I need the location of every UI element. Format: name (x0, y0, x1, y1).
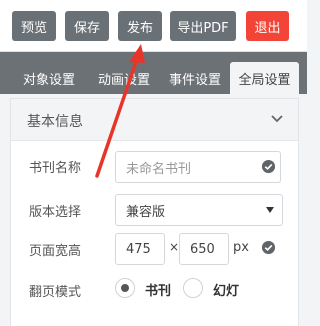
exit-button[interactable]: 退出 (246, 11, 289, 41)
publish-button[interactable]: 发布 (118, 11, 162, 41)
flip-mode-label: 翻页模式 (29, 285, 82, 300)
save-button[interactable]: 保存 (65, 11, 109, 41)
tab-global-settings[interactable]: 全局设置 (230, 62, 299, 94)
toolbar: 预览 保存 发布 导出PDF 退出 (0, 0, 307, 52)
chevron-down-icon[interactable] (270, 112, 284, 126)
tab-animation-settings[interactable]: 动画设置 (86, 62, 162, 94)
export-pdf-button[interactable]: 导出PDF (170, 11, 236, 41)
version-label: 版本选择 (29, 205, 82, 220)
select-arrow-icon (266, 207, 274, 213)
flip-mode-book-label[interactable]: 书刊 (145, 280, 171, 299)
page-height-input[interactable]: 650 (179, 233, 229, 265)
book-name-input[interactable]: 未命名书刊 (115, 151, 281, 183)
check-circle-icon (261, 159, 276, 174)
flip-mode-slide-radio[interactable] (183, 278, 203, 298)
panel-header[interactable]: 基本信息 (11, 99, 298, 141)
flip-mode-book-radio[interactable] (115, 278, 135, 298)
check-circle-icon (261, 240, 276, 255)
tab-object-settings[interactable]: 对象设置 (12, 62, 86, 94)
times-sign: × (169, 240, 180, 254)
page-size-label: 页面宽高 (29, 244, 82, 259)
version-select[interactable]: 兼容版 (115, 194, 283, 226)
unit-label: px (233, 240, 249, 255)
tab-event-settings[interactable]: 事件设置 (162, 62, 228, 94)
settings-tabs: 对象设置 动画设置 事件设置 全局设置 (0, 52, 307, 94)
panel-title: 基本信息 (27, 114, 83, 130)
page-width-input[interactable]: 475 (115, 233, 165, 265)
preview-button[interactable]: 预览 (12, 11, 56, 41)
book-name-label: 书刊名称 (29, 161, 82, 176)
basic-info-panel: 基本信息 书刊名称 未命名书刊 版本选择 兼容版 页面宽高 475 × 650 … (10, 98, 299, 326)
version-selected-value: 兼容版 (126, 204, 166, 220)
flip-mode-slide-label[interactable]: 幻灯 (213, 280, 239, 299)
